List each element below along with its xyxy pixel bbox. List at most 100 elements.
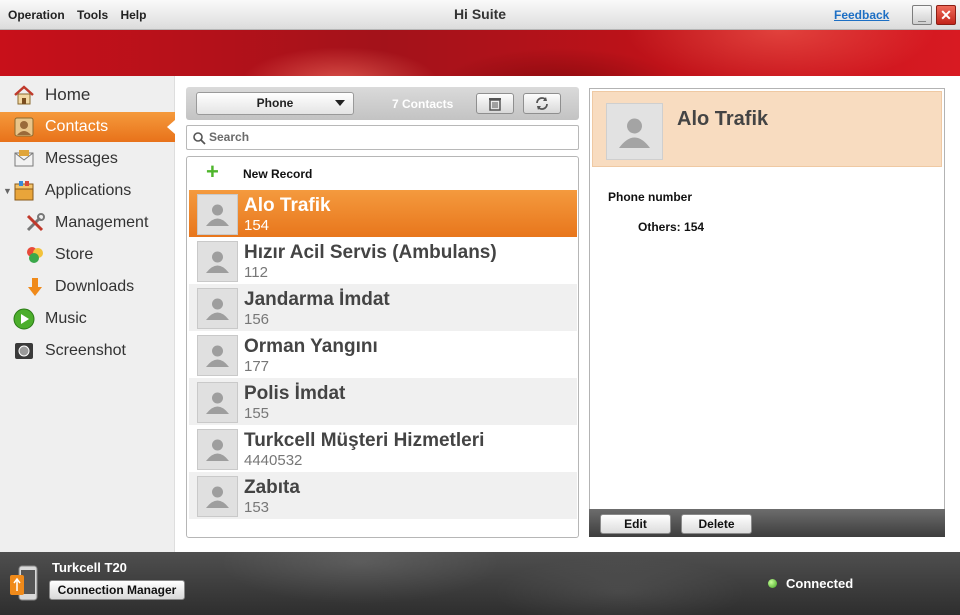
messages-icon	[14, 150, 34, 167]
contact-name: Alo Trafik	[244, 195, 331, 216]
contacts-icon	[14, 117, 34, 137]
sidebar-item-messages[interactable]: Messages	[0, 144, 175, 174]
avatar	[197, 476, 238, 517]
feedback-link[interactable]: Feedback	[834, 8, 889, 22]
avatar	[197, 429, 238, 470]
contact-number: 177	[244, 358, 270, 375]
sidebar-item-label: Downloads	[55, 278, 135, 295]
sidebar-item-music[interactable]: Music	[0, 304, 175, 334]
sidebar-item-label: Music	[45, 310, 87, 327]
delete-contacts-button[interactable]	[476, 93, 514, 114]
sidebar-item-home[interactable]: Home	[0, 80, 175, 110]
person-icon	[206, 392, 229, 414]
contact-number: 156	[244, 311, 270, 328]
phone-field-label: Others:	[638, 220, 681, 234]
contact-detail-name: Alo Trafik	[677, 108, 769, 130]
menu-bar: Operation Tools Help	[8, 8, 155, 22]
menu-tools[interactable]: Tools	[77, 8, 108, 22]
new-record-label: New Record	[243, 167, 313, 181]
expand-caret-icon[interactable]: ▼	[3, 186, 12, 196]
person-icon	[206, 439, 229, 461]
title-bar: Operation Tools Help Hi Suite Feedback _…	[0, 0, 960, 30]
person-icon	[206, 251, 229, 273]
contact-name: Polis İmdat	[244, 383, 346, 404]
sidebar-item-store[interactable]: Store	[0, 240, 175, 270]
person-icon	[206, 298, 229, 320]
contact-row[interactable]: Turkcell Müşteri Hizmetleri 4440532	[189, 425, 577, 472]
contact-number: 4440532	[244, 452, 303, 469]
search-icon	[193, 132, 206, 145]
contact-row[interactable]: Jandarma İmdat 156	[189, 284, 577, 331]
management-icon	[26, 213, 45, 232]
trash-icon	[489, 98, 501, 111]
sidebar-item-label: Home	[45, 85, 91, 104]
sidebar-item-label: Screenshot	[45, 342, 126, 359]
contact-name: Zabıta	[244, 477, 300, 498]
menu-help[interactable]: Help	[120, 8, 146, 22]
contact-detail-header: Alo Trafik	[592, 91, 942, 167]
contact-count: 7 Contacts	[392, 97, 454, 111]
header-banner	[0, 30, 960, 76]
contact-detail-panel: Alo Trafik Phone number Others: 154	[589, 88, 945, 537]
applications-icon	[14, 181, 34, 201]
connection-manager-button[interactable]: Connection Manager	[49, 580, 185, 600]
avatar	[606, 103, 663, 160]
delete-button[interactable]: Delete	[681, 514, 752, 534]
contact-name: Orman Yangını	[244, 336, 378, 357]
contact-row[interactable]: Polis İmdat 155	[189, 378, 577, 425]
sync-button[interactable]	[523, 93, 561, 114]
home-icon	[14, 85, 34, 105]
new-record-button[interactable]: + New Record	[187, 157, 578, 189]
sync-icon	[536, 97, 548, 110]
sidebar-item-label: Management	[55, 214, 149, 231]
contact-row[interactable]: Zabıta 153	[189, 472, 577, 519]
avatar	[197, 288, 238, 329]
connection-status: Connected	[786, 576, 854, 591]
contact-name: Jandarma İmdat	[244, 289, 390, 310]
avatar	[197, 335, 238, 376]
chevron-down-icon	[335, 100, 345, 106]
phone-field: Others: 154	[638, 220, 704, 234]
phone-number-heading: Phone number	[608, 190, 693, 204]
sidebar-item-label: Store	[55, 246, 94, 263]
sidebar-item-downloads[interactable]: Downloads	[0, 272, 175, 302]
close-button[interactable]: ✕	[936, 5, 956, 25]
sidebar-item-management[interactable]: Management	[0, 208, 175, 238]
edit-button[interactable]: Edit	[600, 514, 671, 534]
phone-field-value: 154	[684, 220, 705, 234]
contact-name: Hızır Acil Servis (Ambulans)	[244, 242, 497, 263]
avatar	[197, 194, 238, 235]
search-box	[186, 125, 579, 150]
screenshot-icon	[15, 343, 33, 359]
person-icon	[206, 345, 229, 367]
sidebar-item-screenshot[interactable]: Screenshot	[0, 336, 175, 366]
connection-status-dot-icon	[768, 579, 777, 588]
sidebar-item-label: Messages	[45, 150, 118, 167]
plus-icon: +	[206, 159, 219, 184]
downloads-icon	[28, 278, 42, 296]
person-icon	[206, 486, 229, 508]
avatar	[197, 241, 238, 282]
menu-operation[interactable]: Operation	[8, 8, 65, 22]
contact-source-select[interactable]: Phone	[196, 92, 354, 115]
avatar	[197, 382, 238, 423]
contact-number: 112	[244, 264, 268, 281]
contact-name: Turkcell Müşteri Hizmetleri	[244, 430, 485, 451]
sidebar-item-label: Applications	[45, 182, 132, 199]
contact-row[interactable]: Alo Trafik 154	[189, 190, 577, 237]
sidebar-item-contacts[interactable]: Contacts	[0, 112, 175, 142]
contact-row[interactable]: Hızır Acil Servis (Ambulans) 112	[189, 237, 577, 284]
device-name: Turkcell T20	[52, 560, 127, 575]
sidebar-item-applications[interactable]: ▼ Applications	[0, 176, 175, 206]
contact-number: 155	[244, 405, 270, 422]
search-input[interactable]	[209, 130, 569, 144]
sidebar-item-label: Contacts	[45, 118, 109, 135]
contact-number: 153	[244, 499, 270, 516]
contact-row[interactable]: Orman Yangını 177	[189, 331, 577, 378]
sidebar: Home Contacts Messages ▼ Applications Ma…	[0, 76, 175, 552]
contact-number: 154	[244, 217, 270, 234]
phone-device-icon	[10, 565, 38, 601]
contact-list: + New Record Alo Trafik 154 Hızır Acil S…	[186, 156, 579, 538]
minimize-button[interactable]: _	[912, 5, 932, 25]
store-icon	[27, 247, 43, 263]
